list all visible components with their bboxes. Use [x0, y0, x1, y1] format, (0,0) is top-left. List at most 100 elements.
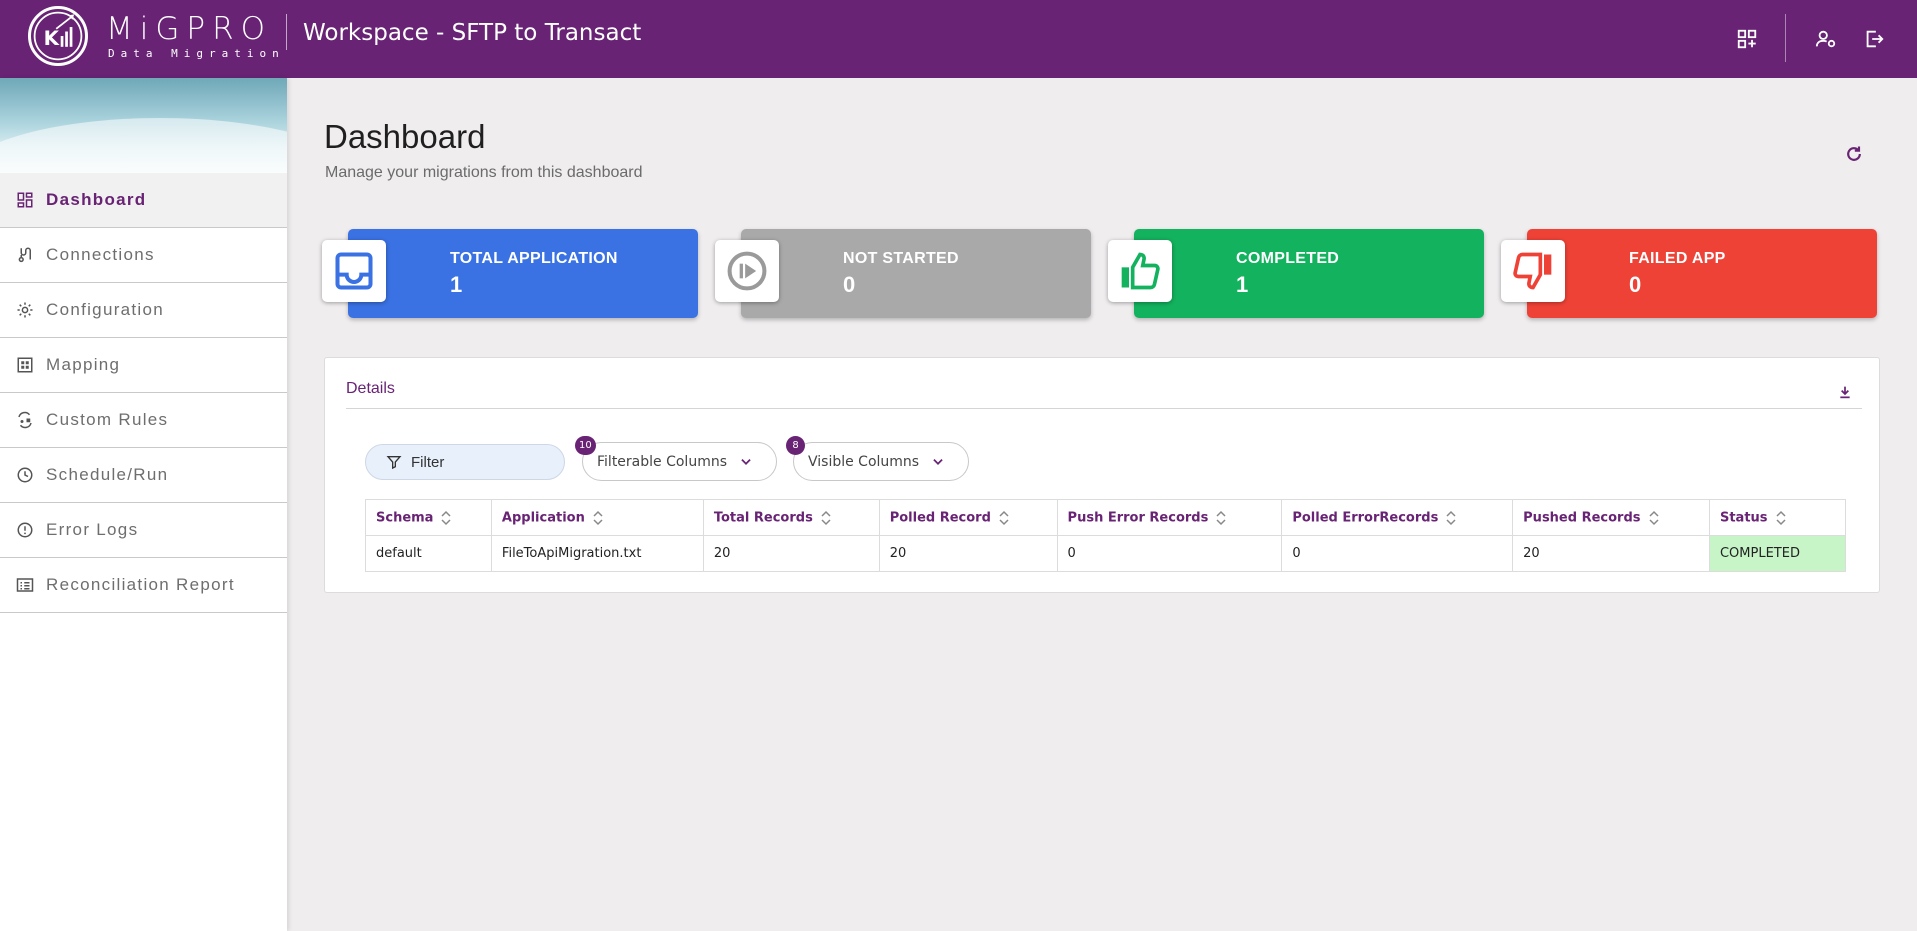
logo-mark-icon: K [33, 11, 83, 61]
column-header-total-records[interactable]: Total Records [702, 499, 880, 536]
cell-polled-error-records: 0 [1281, 535, 1514, 572]
column-header-label: Total Records [713, 510, 813, 525]
top-header: K MiGPRO Data Migration Workspace - SFTP… [0, 0, 1917, 78]
sort-icon[interactable] [821, 510, 831, 526]
page-title: Dashboard [324, 118, 486, 155]
column-header-label: Pushed Records [1523, 510, 1641, 525]
user-settings-icon[interactable] [1815, 28, 1837, 50]
filter-icon [386, 456, 402, 470]
brand-subtitle: Data Migration [108, 47, 285, 60]
chevron-down-icon [741, 458, 751, 465]
visible-columns-label: Visible Columns [808, 453, 920, 470]
grid-icon [17, 357, 33, 373]
details-table: Schema Application Total Records Polled … [365, 499, 1847, 572]
column-header-label: Push Error Records [1067, 510, 1209, 525]
sidebar-item-custom-rules[interactable]: Custom Rules [0, 393, 287, 448]
cell-application: FileToApiMigration.txt [490, 535, 704, 572]
alert-icon [17, 522, 33, 538]
card-value: 1 [450, 272, 463, 297]
sidebar-item-error-logs[interactable]: Error Logs [0, 503, 287, 558]
sort-icon[interactable] [1648, 510, 1659, 526]
cell-status: COMPLETED [1708, 535, 1847, 572]
sort-icon[interactable] [999, 510, 1009, 526]
column-header-label: Status [1719, 510, 1768, 525]
brand-logo[interactable]: K [28, 6, 88, 66]
page-subtitle: Manage your migrations from this dashboa… [325, 164, 643, 181]
sidebar-item-label: Connections [46, 245, 155, 264]
card-failed-app[interactable]: FAILED APP 0 [1501, 229, 1877, 318]
card-title: COMPLETED [1236, 250, 1340, 267]
play-circle-icon [727, 251, 767, 291]
sidebar-item-label: Mapping [46, 355, 121, 374]
column-header-schema[interactable]: Schema [365, 499, 492, 536]
sidebar-item-configuration[interactable]: Configuration [0, 283, 287, 338]
card-not-started[interactable]: NOT STARTED 0 [715, 229, 1091, 318]
download-icon[interactable] [1837, 384, 1853, 400]
card-value: 0 [1629, 272, 1642, 297]
thumbs-up-icon [1121, 252, 1160, 290]
card-title: FAILED APP [1629, 250, 1726, 267]
cell-schema: default [365, 535, 492, 572]
card-total-application[interactable]: TOTAL APPLICATION 1 [322, 229, 698, 318]
apps-add-icon[interactable] [1736, 28, 1758, 50]
svg-text:K: K [44, 27, 60, 50]
sidebar-item-label: Configuration [46, 300, 165, 319]
cell-pushed-records: 20 [1512, 535, 1710, 572]
connections-icon [18, 247, 31, 263]
column-header-push-error-records[interactable]: Push Error Records [1056, 499, 1283, 536]
sort-icon[interactable] [441, 510, 451, 526]
card-value: 0 [843, 272, 856, 297]
gear-icon [17, 302, 33, 318]
column-header-label: Polled ErrorRecords [1292, 510, 1439, 525]
sidebar-item-label: Custom Rules [46, 410, 169, 429]
sidebar-item-label: Dashboard [46, 190, 147, 209]
card-icon-box [1108, 240, 1172, 302]
header-divider [286, 14, 287, 50]
sidebar-item-connections[interactable]: Connections [0, 228, 287, 283]
details-panel: Details Filter 10 Filterable Columns 8 V… [324, 357, 1880, 593]
cell-push-error-records: 0 [1056, 535, 1283, 572]
header-divider-right [1785, 14, 1786, 62]
column-header-polled-record[interactable]: Polled Record [878, 499, 1058, 536]
sidebar-item-mapping[interactable]: Mapping [0, 338, 287, 393]
column-header-application[interactable]: Application [490, 499, 704, 536]
table-header-row: Schema Application Total Records Polled … [365, 499, 1847, 536]
visible-columns-dropdown[interactable]: 8 Visible Columns [786, 436, 969, 481]
card-value: 1 [1236, 272, 1249, 297]
dashboard-icon [17, 192, 33, 208]
column-header-pushed-records[interactable]: Pushed Records [1512, 499, 1710, 536]
cell-polled-record: 20 [878, 535, 1058, 572]
column-header-polled-error-records[interactable]: Polled ErrorRecords [1281, 499, 1514, 536]
thumbs-down-icon [1513, 252, 1552, 290]
column-header-label: Application [501, 510, 585, 525]
chevron-down-icon [933, 458, 943, 465]
logout-icon[interactable] [1863, 28, 1885, 50]
sort-icon[interactable] [1446, 510, 1456, 526]
refresh-icon[interactable] [1844, 144, 1864, 164]
sort-icon[interactable] [1776, 510, 1786, 526]
filterable-columns-dropdown[interactable]: 10 Filterable Columns [575, 436, 777, 481]
sidebar-item-label: Schedule/Run [46, 465, 169, 484]
column-header-label: Schema [376, 510, 434, 525]
sort-icon[interactable] [1216, 510, 1226, 526]
table-row[interactable]: default FileToApiMigration.txt 20 20 0 0… [365, 535, 1847, 572]
sidebar-item-reconciliation-report[interactable]: Reconciliation Report [0, 558, 287, 613]
card-title: NOT STARTED [843, 250, 959, 267]
visible-count-badge: 8 [786, 436, 805, 455]
sidebar-banner [0, 78, 287, 173]
card-title: TOTAL APPLICATION [450, 250, 618, 267]
cell-total-records: 20 [702, 535, 880, 572]
brand-name: MiGPRO [106, 11, 273, 47]
filterable-count-badge: 10 [575, 436, 596, 455]
sidebar-item-schedule-run[interactable]: Schedule/Run [0, 448, 287, 503]
filter-label: Filter [411, 453, 445, 471]
sidebar: Dashboard Connections Configuration Mapp… [0, 78, 287, 931]
filter-button[interactable]: Filter [365, 444, 565, 480]
sidebar-item-dashboard[interactable]: Dashboard [0, 173, 287, 228]
sidebar-item-label: Reconciliation Report [46, 575, 235, 594]
card-completed[interactable]: COMPLETED 1 [1108, 229, 1484, 318]
card-icon-box [322, 240, 386, 302]
column-header-status[interactable]: Status [1708, 499, 1847, 536]
sort-icon[interactable] [593, 510, 603, 526]
column-header-label: Polled Record [889, 510, 991, 525]
